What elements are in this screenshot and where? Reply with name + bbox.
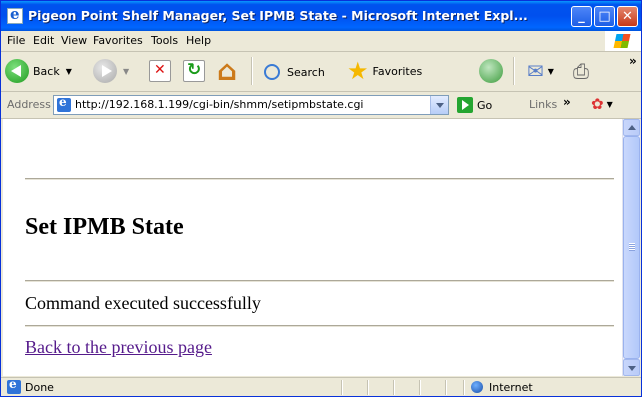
forward-arrow-icon	[93, 59, 117, 83]
favorites-button[interactable]: ★ Favorites	[347, 57, 423, 85]
divider	[25, 280, 614, 282]
status-divider	[367, 380, 369, 395]
status-divider	[445, 380, 447, 395]
home-button[interactable]	[217, 54, 239, 87]
page-done-icon	[7, 377, 21, 394]
refresh-icon	[183, 60, 205, 82]
address-label: Address	[7, 98, 51, 111]
page-content: Set IPMB State Command executed successf…	[3, 119, 622, 376]
status-divider	[393, 380, 395, 395]
status-divider	[419, 380, 421, 395]
links-overflow-icon[interactable]: »	[563, 95, 571, 109]
back-button[interactable]: Back ▼	[5, 59, 72, 83]
links-button[interactable]: Links	[529, 98, 557, 111]
toolbar-separator	[513, 57, 515, 85]
standard-toolbar: Back ▼ ▼ Search ★ Favorites ✉	[1, 52, 641, 92]
extension-icon: ✿	[591, 95, 604, 113]
extension-button[interactable]: ✿ ▼	[591, 96, 613, 112]
status-divider	[341, 380, 343, 395]
stop-button[interactable]	[149, 60, 171, 82]
windows-logo-icon	[605, 31, 641, 51]
page-heading: Set IPMB State	[25, 214, 184, 240]
back-to-previous-link[interactable]: Back to the previous page	[25, 337, 212, 358]
refresh-button[interactable]	[183, 60, 205, 82]
favorites-star-icon: ★	[347, 57, 369, 85]
menu-help[interactable]: Help	[186, 34, 211, 47]
address-dropdown-icon[interactable]	[430, 96, 448, 114]
internet-zone-icon	[471, 381, 483, 393]
go-button[interactable]: Go	[457, 96, 492, 114]
menu-view[interactable]: View	[61, 34, 87, 47]
close-button[interactable]: ✕	[617, 6, 638, 27]
address-bar: Address http://192.168.1.199/cgi-bin/shm…	[1, 92, 641, 119]
forward-button[interactable]: ▼	[93, 59, 129, 83]
scroll-thumb[interactable]	[623, 136, 640, 359]
address-url[interactable]: http://192.168.1.199/cgi-bin/shmm/setipm…	[75, 98, 364, 111]
zone-text: Internet	[489, 381, 533, 394]
browser-window: Pigeon Point Shelf Manager, Set IPMB Sta…	[0, 0, 642, 397]
menu-bar: File Edit View Favorites Tools Help	[1, 31, 641, 52]
home-icon	[217, 54, 239, 87]
title-bar[interactable]: Pigeon Point Shelf Manager, Set IPMB Sta…	[1, 1, 641, 31]
menu-tools[interactable]: Tools	[151, 34, 178, 47]
toolbar-overflow-icon[interactable]: »	[629, 54, 637, 68]
stop-icon	[149, 60, 171, 82]
back-arrow-icon	[5, 59, 29, 83]
search-label: Search	[287, 65, 325, 79]
chevron-down-icon: ▼	[65, 66, 72, 76]
menu-favorites[interactable]: Favorites	[93, 34, 143, 47]
divider	[25, 325, 614, 327]
go-label: Go	[477, 98, 493, 112]
favorites-label: Favorites	[372, 64, 423, 78]
ie-logo-icon	[7, 5, 23, 24]
status-text: Done	[25, 381, 54, 394]
chevron-down-icon: ▼	[123, 66, 130, 76]
window-title: Pigeon Point Shelf Manager, Set IPMB Sta…	[28, 8, 528, 23]
page-icon	[57, 95, 71, 112]
history-icon	[479, 59, 503, 83]
scroll-down-button[interactable]	[623, 359, 640, 376]
status-divider	[463, 380, 465, 395]
search-button[interactable]: Search	[261, 62, 325, 82]
mail-icon: ✉	[527, 59, 544, 83]
status-message: Command executed successfully	[25, 293, 261, 313]
menu-file[interactable]: File	[7, 34, 25, 47]
search-icon	[261, 62, 281, 82]
menu-edit[interactable]: Edit	[33, 34, 54, 47]
toolbar-separator	[251, 57, 253, 85]
chevron-down-icon: ▼	[547, 66, 554, 76]
minimize-button[interactable]: _	[571, 6, 592, 27]
go-arrow-icon	[457, 97, 473, 113]
history-button[interactable]	[479, 59, 503, 83]
divider	[25, 178, 614, 180]
maximize-button[interactable]: □	[594, 6, 615, 27]
vertical-scrollbar[interactable]	[622, 119, 640, 376]
mail-button[interactable]: ✉ ▼	[527, 61, 554, 81]
address-input[interactable]: http://192.168.1.199/cgi-bin/shmm/setipm…	[53, 95, 449, 115]
status-bar: Done Internet	[1, 377, 641, 396]
scroll-up-button[interactable]	[623, 119, 640, 136]
back-label: Back	[33, 64, 60, 78]
print-icon: ⎙	[573, 59, 589, 83]
chevron-down-icon: ▼	[606, 99, 613, 109]
print-button[interactable]: ⎙	[573, 61, 589, 81]
